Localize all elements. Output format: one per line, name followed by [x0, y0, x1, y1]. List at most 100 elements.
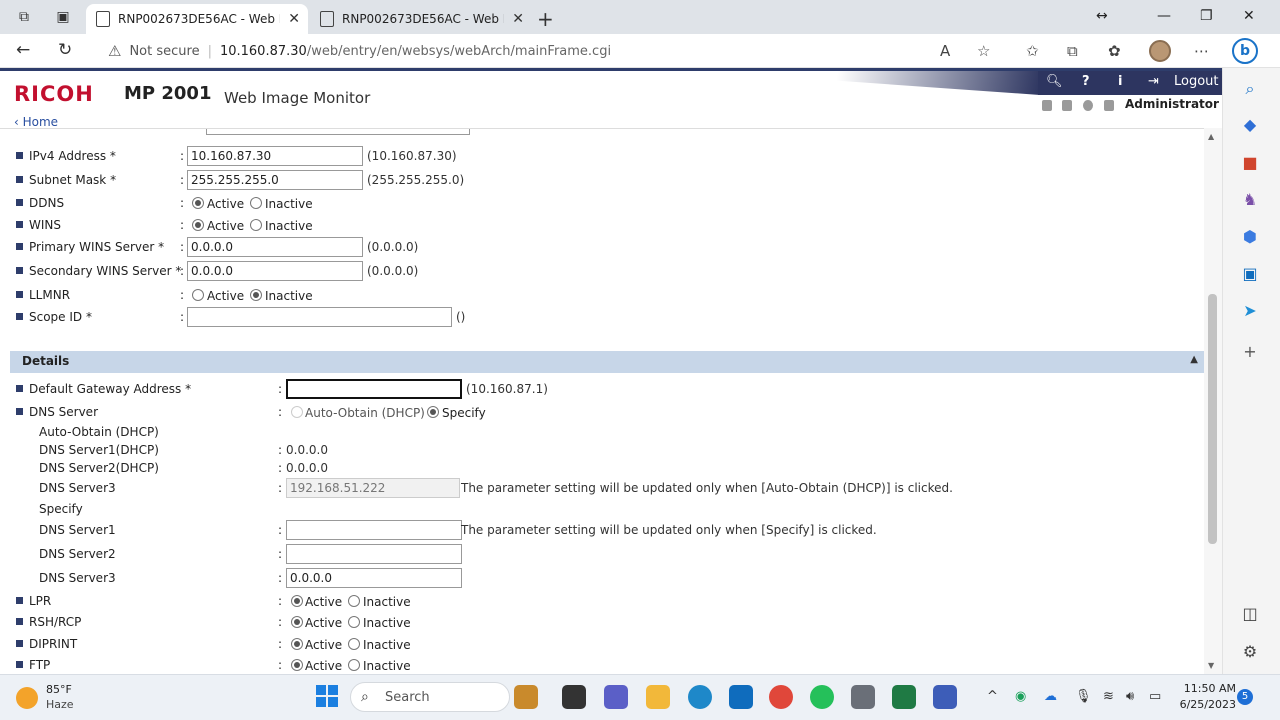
vertical-scrollbar[interactable]: ▲ ▼ [1204, 128, 1222, 674]
dns-auto-radio[interactable] [291, 406, 303, 418]
add-icon[interactable]: + [1239, 341, 1261, 363]
rsh-rcp-inactive-label: Inactive [363, 616, 411, 630]
refresh-button[interactable]: ↻ [58, 40, 72, 60]
tab-actions-icon[interactable]: ▣ [54, 8, 72, 26]
read-aloud-icon[interactable]: A [940, 42, 950, 60]
close-icon[interactable]: ✕ [288, 11, 300, 27]
secondary-wins-input[interactable]: 0.0.0.0 [187, 261, 363, 281]
help-icon[interactable]: ? [1082, 74, 1090, 89]
dns-specify-radio[interactable] [427, 406, 439, 418]
new-tab-button[interactable]: + [537, 7, 554, 31]
rsh-rcp-inactive-radio[interactable] [348, 616, 360, 628]
settings-gear-icon[interactable]: ⚙ [1239, 641, 1261, 663]
partial-input[interactable] [206, 129, 470, 135]
dns-server2-input[interactable] [286, 544, 462, 564]
tab-active[interactable]: RNP002673DE56AC - Web Image Monitor ✕ [86, 4, 308, 34]
tab-second[interactable]: RNP002673DE56AC - Web Image Monitor ✕ [310, 4, 532, 34]
extensions-icon[interactable]: ✿ [1108, 42, 1121, 60]
teams-app-icon[interactable] [604, 685, 628, 709]
lpr-inactive-radio[interactable] [348, 595, 360, 607]
wins-inactive-radio[interactable] [250, 219, 262, 231]
llmnr-inactive-radio[interactable] [250, 289, 262, 301]
wins-active-radio[interactable] [192, 219, 204, 231]
primary-wins-label: Primary WINS Server * [29, 240, 165, 254]
ipv4-input[interactable]: 10.160.87.30 [187, 146, 363, 166]
dns-server2-dhcp-label: DNS Server2(DHCP) [39, 461, 159, 475]
volume-icon[interactable]: 🔊︎ [1126, 689, 1134, 704]
scroll-down-icon[interactable]: ▼ [1208, 661, 1214, 670]
show-hidden-icons[interactable]: ^ [987, 689, 998, 704]
more-menu-icon[interactable]: ⋯ [1194, 42, 1209, 60]
dns-server3-input[interactable]: 0.0.0.0 [286, 568, 462, 588]
dns-server1-input[interactable] [286, 520, 462, 540]
close-icon[interactable]: ✕ [512, 11, 524, 27]
diprint-inactive-radio[interactable] [348, 638, 360, 650]
send-icon[interactable]: ➤ [1239, 300, 1261, 322]
back-button[interactable]: ← [16, 40, 30, 60]
settings-app-icon[interactable] [851, 685, 875, 709]
wifi-icon[interactable]: ≋ [1103, 689, 1114, 704]
collapse-icon[interactable]: ▲ [1190, 354, 1198, 365]
ftp-active-radio[interactable] [291, 659, 303, 671]
workspaces-icon[interactable]: ⧉ [15, 8, 33, 26]
onedrive-icon[interactable]: ☁ [1044, 689, 1057, 704]
battery-icon[interactable]: ▭ [1149, 689, 1161, 704]
profile-avatar[interactable] [1149, 40, 1171, 62]
rsh-rcp-active-radio[interactable] [291, 616, 303, 628]
primary-wins-input[interactable]: 0.0.0.0 [187, 237, 363, 257]
office-icon[interactable]: ⬢ [1239, 226, 1261, 248]
dns-server3-label: DNS Server3 [39, 571, 116, 585]
close-window-button[interactable]: ✕ [1243, 8, 1255, 24]
search-icon[interactable]: ⌕ [1239, 78, 1261, 100]
minimize-button[interactable]: — [1157, 8, 1171, 24]
lpr-active-label: Active [305, 595, 343, 609]
tools-icon[interactable]: ■ [1239, 152, 1261, 174]
security-icon[interactable]: ◉ [1015, 689, 1026, 704]
store-app-icon[interactable] [933, 685, 957, 709]
details-section-header[interactable]: Details ▲ [10, 351, 1204, 373]
shopping-tag-icon[interactable]: ◆ [1239, 114, 1261, 136]
whatsapp-app-icon[interactable] [810, 685, 834, 709]
diprint-active-radio[interactable] [291, 638, 303, 650]
edge-browser-icon[interactable] [688, 685, 712, 709]
diprint-label: DIPRINT [29, 637, 78, 651]
dns-specify-heading: Specify [39, 502, 83, 516]
search-icon[interactable]: 🔍︎ [1046, 74, 1063, 89]
logout-icon[interactable]: ⇥ [1148, 74, 1159, 89]
scrollbar-thumb[interactable] [1208, 294, 1217, 544]
notification-badge[interactable]: 5 [1237, 689, 1253, 705]
file-explorer-icon[interactable] [646, 685, 670, 709]
outlook-app-icon[interactable] [729, 685, 753, 709]
home-link[interactable]: ‹ Home [14, 115, 58, 129]
games-icon[interactable]: ♞ [1239, 189, 1261, 211]
row-bullet [16, 152, 23, 159]
rsh-rcp-active-label: Active [305, 616, 343, 630]
ftp-inactive-radio[interactable] [348, 659, 360, 671]
taskbar-search[interactable]: ⌕ Search [350, 682, 510, 712]
sidebar-toggle-icon[interactable]: ◫ [1239, 603, 1261, 625]
start-button[interactable] [316, 685, 338, 707]
llmnr-active-radio[interactable] [192, 289, 204, 301]
logout-link[interactable]: Logout [1174, 74, 1219, 89]
scope-id-input[interactable] [187, 307, 452, 327]
subnet-input[interactable]: 255.255.255.0 [187, 170, 363, 190]
clock[interactable]: 11:50 AM 6/25/2023 [1176, 681, 1236, 713]
gateway-input[interactable] [286, 379, 462, 399]
maximize-button[interactable]: ❐ [1200, 8, 1213, 24]
info-icon[interactable]: i [1118, 74, 1122, 89]
briefcase-app-icon[interactable] [514, 685, 538, 709]
ddns-active-radio[interactable] [192, 197, 204, 209]
collections-icon[interactable]: ⧉ [1067, 42, 1078, 60]
excel-app-icon[interactable] [892, 685, 916, 709]
chrome-app-icon[interactable] [769, 685, 793, 709]
scroll-up-icon[interactable]: ▲ [1208, 132, 1214, 141]
favorite-star-icon[interactable]: ☆ [977, 42, 990, 60]
favorites-icon[interactable]: ✩ [1026, 42, 1039, 60]
ddns-inactive-radio[interactable] [250, 197, 262, 209]
microphone-icon[interactable]: 🎙︎ [1075, 689, 1092, 704]
bing-icon[interactable]: b [1232, 38, 1258, 64]
row-bullet [16, 291, 23, 298]
lpr-active-radio[interactable] [291, 595, 303, 607]
outlook-icon[interactable]: ▣ [1239, 263, 1261, 285]
file-manager-app-icon[interactable] [562, 685, 586, 709]
